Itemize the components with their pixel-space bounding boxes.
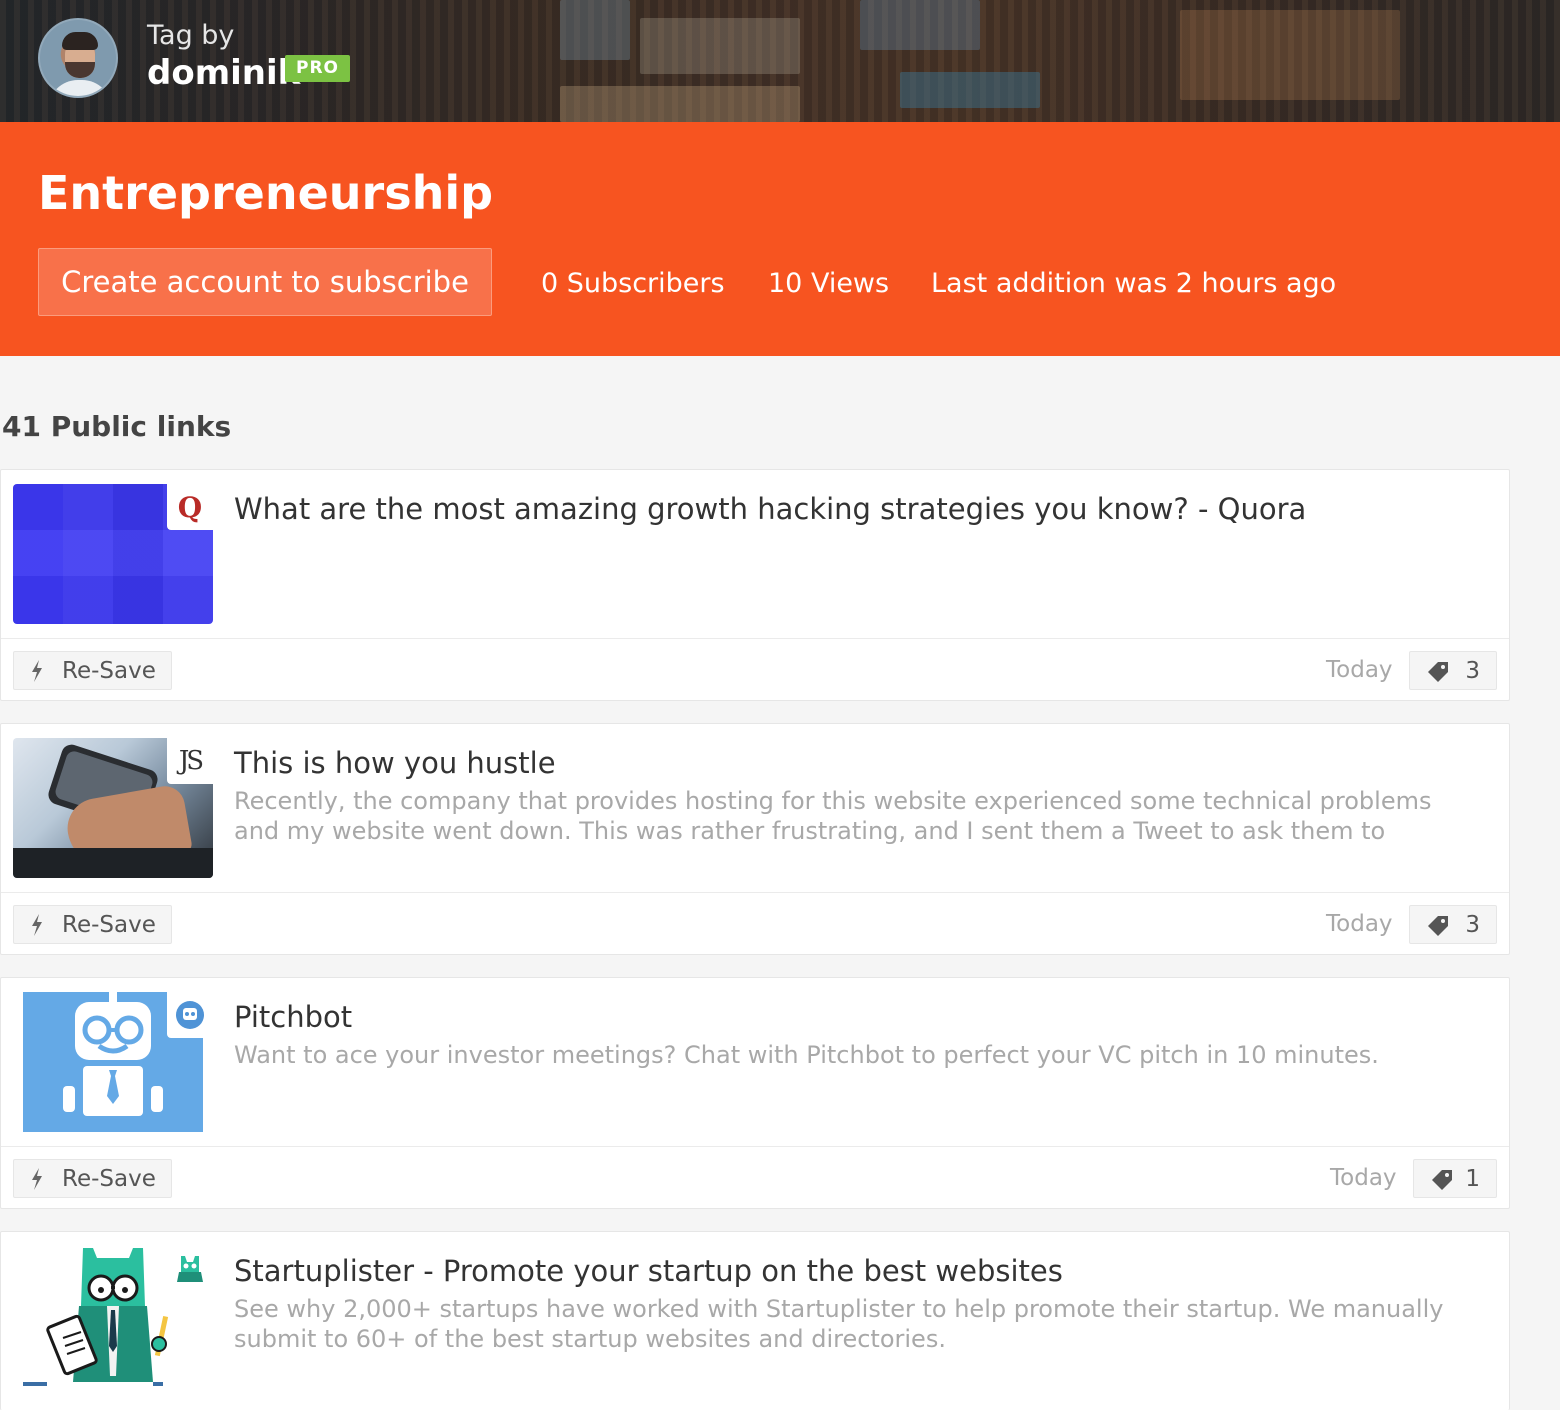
banner-decoration (900, 72, 1040, 108)
resave-label: Re-Save (62, 911, 156, 938)
pro-badge: PRO (285, 55, 351, 82)
subscribers-count: 0 Subscribers (541, 268, 725, 299)
page-title: Entrepreneurship (38, 166, 494, 220)
link-title[interactable]: Pitchbot (234, 1000, 352, 1034)
resave-button[interactable]: Re-Save (13, 905, 172, 944)
link-date: Today (1326, 657, 1393, 683)
subscribe-button[interactable]: Create account to subscribe (38, 248, 492, 316)
tags-count: 3 (1465, 657, 1480, 684)
cover-banner: Tag by dominik PRO (0, 0, 1560, 122)
resave-button[interactable]: Re-Save (13, 1159, 172, 1198)
tags-count-button[interactable]: 3 (1409, 905, 1497, 944)
js-favicon-icon: JS (167, 738, 213, 784)
tag-icon (1428, 915, 1448, 936)
owner-avatar[interactable] (38, 18, 118, 98)
tag-icon (1428, 661, 1448, 682)
tag-header: Entrepreneurship Create account to subsc… (0, 122, 1560, 356)
link-title[interactable]: This is how you hustle (234, 746, 556, 780)
banner-decoration (560, 86, 800, 122)
startuplister-favicon-icon (167, 1246, 213, 1292)
card-divider (1, 892, 1509, 893)
resave-label: Re-Save (62, 1165, 156, 1192)
card-divider (1, 1146, 1509, 1147)
link-card: JS This is how you hustle Recently, the … (0, 723, 1510, 955)
link-title[interactable]: Startuplister - Promote your startup on … (234, 1254, 1063, 1288)
links-count-heading: 41 Public links (2, 410, 232, 443)
banner-decoration (640, 18, 800, 74)
owner-name[interactable]: dominik (147, 53, 300, 93)
link-title[interactable]: What are the most amazing growth hacking… (234, 492, 1306, 526)
quora-favicon-icon: Q (167, 484, 213, 530)
tags-count: 3 (1465, 911, 1480, 938)
link-description: See why 2,000+ startups have worked with… (234, 1295, 1444, 1353)
link-date: Today (1330, 1165, 1397, 1191)
tags-count-button[interactable]: 1 (1413, 1159, 1497, 1198)
banner-decoration (560, 0, 630, 60)
lightning-icon (32, 1167, 42, 1190)
link-card: Pitchbot Want to ace your investor meeti… (0, 977, 1510, 1209)
tag-icon (1432, 1169, 1452, 1190)
card-divider (1, 638, 1509, 639)
tag-by-label: Tag by (147, 20, 235, 51)
banner-decoration (860, 0, 980, 50)
resave-button[interactable]: Re-Save (13, 651, 172, 690)
lightning-icon (32, 913, 42, 936)
pitchbot-favicon-icon (167, 992, 213, 1038)
link-description: Recently, the company that provides host… (234, 787, 1432, 845)
link-date: Today (1326, 911, 1393, 937)
banner-decoration (1180, 10, 1400, 100)
last-addition: Last addition was 2 hours ago (931, 268, 1337, 299)
link-card: Q What are the most amazing growth hacki… (0, 469, 1510, 701)
tags-count: 1 (1465, 1165, 1480, 1192)
views-count: 10 Views (768, 268, 890, 299)
link-card: Startuplister - Promote your startup on … (0, 1231, 1510, 1410)
tags-count-button[interactable]: 3 (1409, 651, 1497, 690)
lightning-icon (32, 659, 42, 682)
link-description: Want to ace your investor meetings? Chat… (234, 1041, 1379, 1069)
resave-label: Re-Save (62, 657, 156, 684)
